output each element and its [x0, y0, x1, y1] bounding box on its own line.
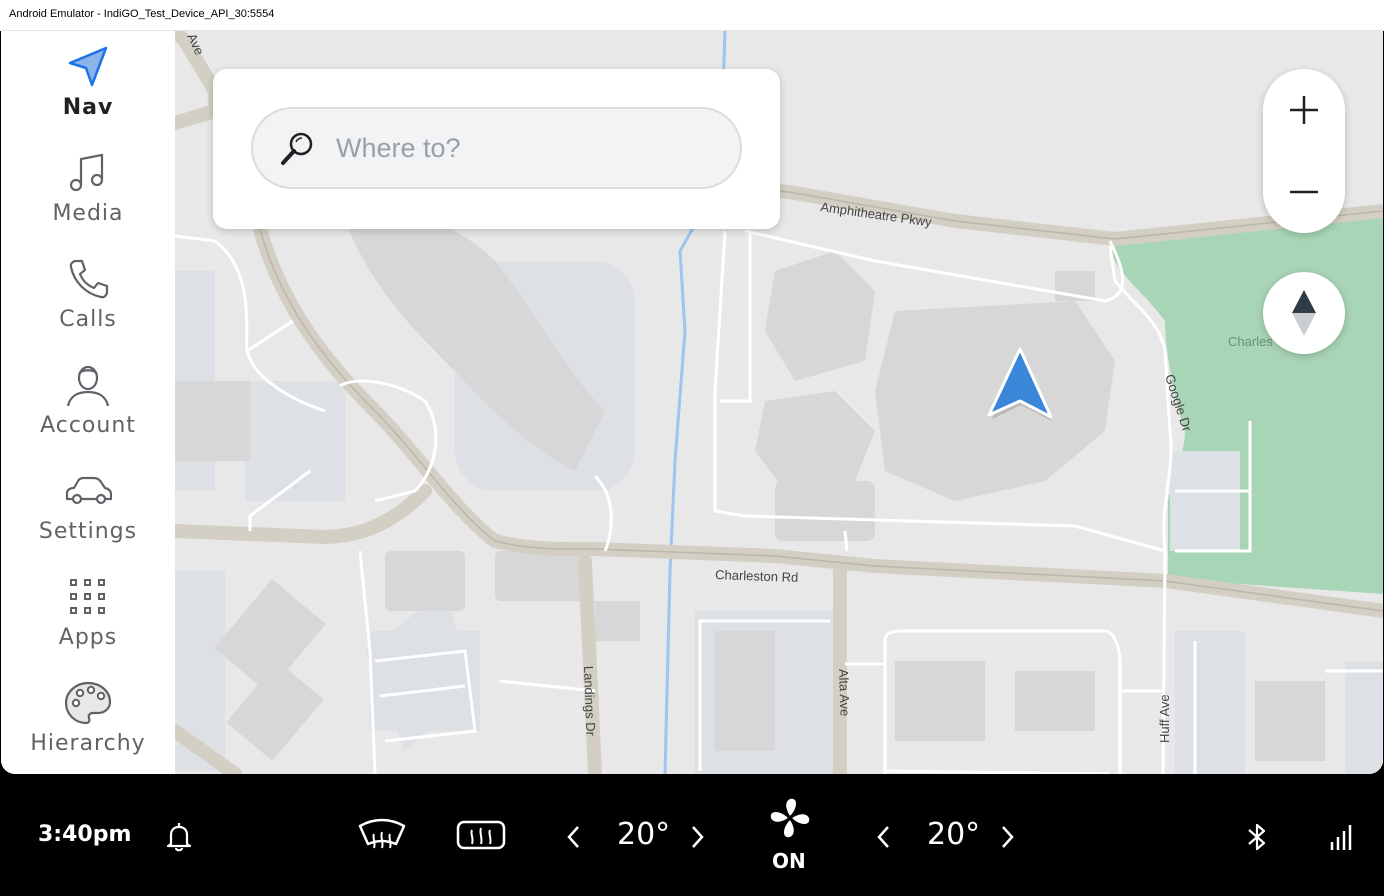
- park-label: Charles: [1228, 334, 1273, 349]
- street-label-alta: Alta Ave: [836, 669, 853, 717]
- title-bar: Android Emulator - IndiGO_Test_Device_AP…: [0, 0, 1384, 31]
- chevron-left-icon[interactable]: [873, 824, 895, 850]
- rail-item-media[interactable]: Media: [1, 137, 175, 237]
- notification-bell-icon[interactable]: [163, 820, 195, 852]
- rear-defrost-icon[interactable]: [455, 818, 507, 854]
- rail-item-account[interactable]: Account: [1, 349, 175, 449]
- app-surface: Nav Media Calls Account Settings Apps Hi…: [1, 31, 1383, 774]
- rail-item-settings[interactable]: Settings: [1, 455, 175, 555]
- rail-item-label: Calls: [59, 307, 117, 332]
- clock: 3:40pm: [38, 822, 132, 847]
- rail-item-label: Media: [52, 201, 124, 226]
- chevron-right-icon[interactable]: [996, 824, 1018, 850]
- search-input[interactable]: Where to?: [251, 107, 742, 189]
- rail-item-calls[interactable]: Calls: [1, 243, 175, 343]
- window-title: Android Emulator - IndiGO_Test_Device_AP…: [9, 8, 275, 20]
- rail-item-hierarchy[interactable]: Hierarchy: [1, 667, 175, 767]
- rail-item-label: Nav: [62, 95, 114, 120]
- street-label-landings: Landings Dr: [581, 666, 598, 737]
- search-icon: [281, 132, 313, 165]
- right-temperature: 20°: [927, 817, 981, 852]
- zoom-in-icon: [1290, 96, 1318, 124]
- street-label-charleston: Charleston Rd: [715, 567, 799, 585]
- left-temperature: 20°: [617, 817, 671, 852]
- rail-item-nav[interactable]: Nav: [1, 31, 175, 131]
- music-note-icon: [69, 153, 104, 192]
- person-icon: [66, 365, 110, 407]
- rail-item-label: Account: [40, 413, 136, 438]
- emulator-window: Android Emulator - IndiGO_Test_Device_AP…: [0, 0, 1384, 896]
- zoom-out-icon: [1290, 190, 1318, 194]
- zoom-controls: [1263, 69, 1345, 233]
- chevron-left-icon[interactable]: [563, 824, 585, 850]
- device-screen: Nav Media Calls Account Settings Apps Hi…: [0, 31, 1384, 896]
- car-icon: [65, 476, 112, 505]
- signal-icon[interactable]: [1328, 822, 1356, 852]
- street-label-huff: Huff Ave: [1157, 694, 1172, 743]
- chevron-right-icon[interactable]: [686, 824, 708, 850]
- phone-icon: [69, 259, 109, 299]
- rail-item-label: Settings: [38, 519, 138, 544]
- bluetooth-icon[interactable]: [1244, 821, 1270, 853]
- navigation-rail: Nav Media Calls Account Settings Apps Hi…: [1, 31, 175, 774]
- rail-item-label: Hierarchy: [30, 731, 146, 756]
- rail-item-apps[interactable]: Apps: [1, 561, 175, 661]
- navigation-arrow-icon: [68, 46, 108, 87]
- search-placeholder: Where to?: [336, 133, 461, 163]
- rail-item-label: Apps: [58, 625, 118, 650]
- fan-state-label: ON: [772, 849, 806, 873]
- zoom-out-button[interactable]: [1263, 151, 1345, 233]
- front-defrost-icon[interactable]: [356, 816, 408, 856]
- apps-grid-icon: [70, 579, 105, 614]
- palette-icon: [64, 681, 112, 725]
- compass-icon: [1292, 290, 1316, 336]
- search-card: Where to?: [213, 69, 780, 229]
- facility-bar: 3:40pm 20° ON 20°: [0, 774, 1384, 896]
- compass-button[interactable]: [1263, 272, 1345, 354]
- zoom-in-button[interactable]: [1263, 69, 1345, 151]
- fan-icon[interactable]: [768, 796, 812, 840]
